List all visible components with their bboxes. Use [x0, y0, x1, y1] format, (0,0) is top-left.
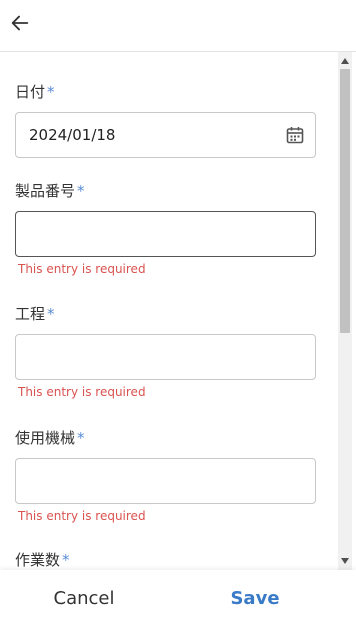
required-mark: *	[47, 83, 55, 101]
product-number-input[interactable]	[15, 211, 316, 257]
work-count-label: 作業数 *	[15, 551, 70, 569]
process-error: This entry is required	[18, 385, 146, 399]
date-field: 日付 * 2024/01/18	[15, 82, 316, 158]
calendar-icon[interactable]	[286, 126, 304, 144]
required-mark: *	[47, 305, 55, 323]
top-bar	[0, 0, 356, 52]
required-mark: *	[77, 182, 85, 200]
arrow-left-icon	[11, 15, 29, 31]
machine-field: 使用機械 * This entry is required	[15, 428, 316, 523]
date-value: 2024/01/18	[29, 126, 116, 144]
machine-label: 使用機械 *	[15, 429, 85, 447]
scroll-down-button[interactable]	[338, 554, 352, 568]
process-field: 工程 * This entry is required	[15, 304, 316, 399]
machine-error: This entry is required	[18, 509, 146, 523]
footer-bar: Cancel Save	[0, 570, 356, 626]
triangle-down-icon	[341, 558, 349, 564]
work-count-field: 作業数 *	[15, 550, 316, 570]
form-scroll-area: 日付 * 2024/01/18 製品番号 * This entry is req…	[0, 52, 338, 570]
required-mark: *	[62, 551, 70, 569]
scroll-up-button[interactable]	[338, 54, 352, 68]
date-input[interactable]: 2024/01/18	[15, 112, 316, 158]
back-button[interactable]	[6, 9, 34, 37]
triangle-up-icon	[341, 58, 349, 64]
machine-input[interactable]	[15, 458, 316, 504]
process-label: 工程 *	[15, 305, 55, 323]
process-input[interactable]	[15, 334, 316, 380]
product-number-error: This entry is required	[18, 262, 146, 276]
cancel-button[interactable]: Cancel	[34, 584, 134, 614]
product-number-label: 製品番号 *	[15, 182, 85, 200]
scrollbar-thumb[interactable]	[340, 69, 350, 333]
save-button[interactable]: Save	[205, 584, 305, 614]
date-label: 日付 *	[15, 83, 55, 101]
product-number-field: 製品番号 * This entry is required	[15, 181, 316, 276]
required-mark: *	[77, 429, 85, 447]
scrollbar[interactable]	[338, 52, 352, 570]
